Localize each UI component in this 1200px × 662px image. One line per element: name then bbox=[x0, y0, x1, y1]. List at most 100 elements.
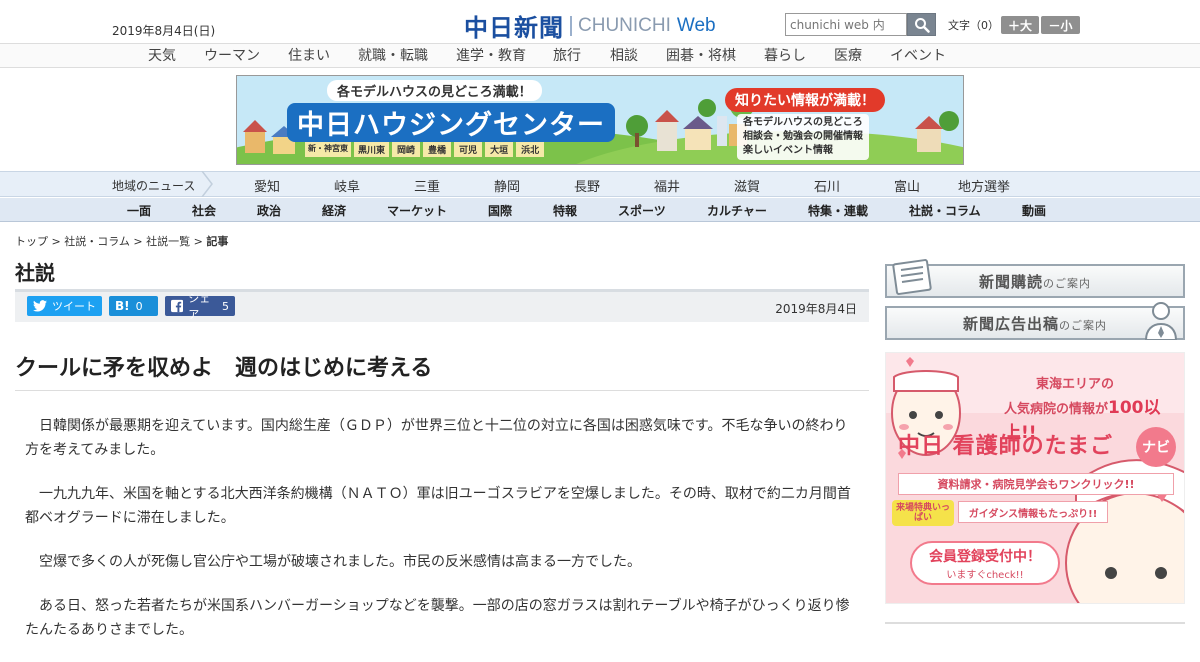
subscription-label: 新聞購読のご案内 bbox=[979, 271, 1091, 292]
top-nav-housing[interactable]: 住まい bbox=[288, 45, 330, 65]
top-nav-events[interactable]: イベント bbox=[890, 45, 946, 65]
region-shiga[interactable]: 滋賀 bbox=[734, 176, 760, 195]
article-date: 2019年8月4日 bbox=[775, 302, 857, 316]
nurse-banner-navi: ナビ bbox=[1136, 427, 1176, 467]
nav-economy[interactable]: 経済 bbox=[322, 202, 346, 219]
region-nagano[interactable]: 長野 bbox=[574, 176, 600, 195]
nav-special-report[interactable]: 特報 bbox=[553, 202, 577, 219]
subscription-small: のご案内 bbox=[1043, 276, 1091, 290]
breadcrumb-separator: > bbox=[51, 235, 61, 248]
region-shizuoka[interactable]: 静岡 bbox=[494, 176, 520, 195]
advertising-small: のご案内 bbox=[1059, 318, 1107, 332]
nav-culture[interactable]: カルチャー bbox=[707, 202, 767, 219]
banner-callout: 知りたい情報が満載！ bbox=[725, 88, 885, 112]
region-toyama[interactable]: 富山 bbox=[894, 176, 920, 195]
nurse-banner-line1: 東海エリアの bbox=[1036, 377, 1115, 392]
search-icon bbox=[914, 17, 930, 33]
banner-feature: 楽しいイベント情報 bbox=[743, 145, 833, 156]
breadcrumb-editorials-columns[interactable]: 社説・コラム bbox=[64, 235, 130, 248]
nurse-banner-cta-sub: いますぐcheck!! bbox=[946, 569, 1024, 581]
nav-society[interactable]: 社会 bbox=[192, 202, 216, 219]
hatena-count: 0 bbox=[135, 299, 143, 313]
nav-sports[interactable]: スポーツ bbox=[618, 202, 666, 219]
top-nav-jobs[interactable]: 就職・転職 bbox=[358, 45, 428, 65]
region-ishikawa[interactable]: 石川 bbox=[814, 176, 840, 195]
nurse-banner-band1: 資料請求・病院見学会もワンクリック!! bbox=[898, 473, 1174, 495]
breadcrumb-current: 記事 bbox=[206, 235, 229, 248]
article-paragraph: 一九九九年、米国を軸とする北大西洋条約機構（ＮＡＴＯ）軍は旧ユーゴスラビアを空爆… bbox=[25, 486, 851, 526]
nurse-banner-title: 中日 看護師のたまご bbox=[898, 434, 1113, 459]
font-bigger-button[interactable]: ＋大 bbox=[1001, 16, 1039, 34]
current-date: 2019年8月4日(日) bbox=[112, 24, 216, 38]
logo-english: CHUNICHI bbox=[578, 14, 671, 36]
region-fukui[interactable]: 福井 bbox=[654, 176, 680, 195]
location-item: 岡崎 bbox=[392, 142, 421, 157]
share-bar: ツイート B! 0 シェア 5 2019年8月4日 bbox=[15, 289, 869, 322]
search-button[interactable] bbox=[907, 13, 936, 36]
hatena-bookmark-button[interactable]: B! 0 bbox=[109, 296, 158, 316]
top-nav: 天気 ウーマン 住まい 就職・転職 進学・教育 旅行 相談 囲碁・将棋 暮らし … bbox=[0, 43, 1200, 68]
article-body: 日韓関係が最悪期を迎えています。国内総生産（ＧＤＰ）が世界三位と十二位の対立に各… bbox=[25, 414, 861, 662]
advertising-inquiry-button[interactable]: 新聞広告出稿のご案内 bbox=[885, 302, 1185, 340]
nav-international[interactable]: 国際 bbox=[488, 202, 512, 219]
nurse-banner-badge: 来場特典いっぱい bbox=[892, 500, 954, 526]
banner-headline: 各モデルハウスの見どころ満載！ bbox=[327, 80, 542, 101]
region-gifu[interactable]: 岐阜 bbox=[334, 176, 360, 195]
top-nav-living[interactable]: 暮らし bbox=[764, 45, 806, 65]
banner-title: 中日ハウジングセンター bbox=[287, 103, 615, 142]
nav-politics[interactable]: 政治 bbox=[257, 202, 281, 219]
businessperson-icon bbox=[1144, 302, 1178, 340]
section-title: 社説 bbox=[15, 261, 55, 285]
location-item: 新・神宮東 bbox=[305, 142, 351, 157]
breadcrumb-top[interactable]: トップ bbox=[15, 235, 48, 248]
search-input[interactable] bbox=[785, 13, 907, 36]
newspaper-subscription-button[interactable]: 新聞購読のご案内 bbox=[885, 259, 1185, 298]
breadcrumb-editorial-list[interactable]: 社説一覧 bbox=[146, 235, 190, 248]
region-nav-label: 地域のニュース bbox=[112, 179, 196, 193]
subscription-main: 新聞購読 bbox=[978, 272, 1043, 291]
hatena-bookmark-icon: B! bbox=[115, 299, 130, 313]
nav-editorials-columns[interactable]: 社説・コラム bbox=[909, 202, 981, 219]
top-nav-consult[interactable]: 相談 bbox=[610, 45, 638, 65]
nurse-banner-band2: ガイダンス情報もたっぷり!! bbox=[958, 501, 1108, 523]
region-local-elections[interactable]: 地方選挙 bbox=[958, 176, 1010, 195]
logo-divider bbox=[570, 15, 572, 36]
main-nav: 一面 社会 政治 経済 マーケット 国際 特報 スポーツ カルチャー 特集・連載… bbox=[0, 198, 1200, 222]
nav-video[interactable]: 動画 bbox=[1022, 202, 1046, 219]
top-nav-igo-shogi[interactable]: 囲碁・将棋 bbox=[666, 45, 736, 65]
logo-web: Web bbox=[676, 14, 716, 36]
font-smaller-button[interactable]: －小 bbox=[1041, 16, 1080, 34]
nav-front-page[interactable]: 一面 bbox=[127, 202, 151, 219]
headline-divider bbox=[15, 390, 869, 391]
nurse-banner-cta[interactable]: 会員登録受付中！ いますぐcheck!! bbox=[910, 541, 1060, 585]
tweet-button[interactable]: ツイート bbox=[27, 296, 102, 316]
nurse-navi-banner[interactable]: 東海エリアの 人気病院の情報が100以上!! 中日 看護師のたまご ナビ 資料請… bbox=[885, 352, 1185, 604]
top-nav-weather[interactable]: 天気 bbox=[148, 45, 176, 65]
region-mie[interactable]: 三重 bbox=[414, 176, 440, 195]
facebook-icon bbox=[171, 299, 184, 313]
top-nav-woman[interactable]: ウーマン bbox=[204, 45, 260, 65]
chevron-right-icon bbox=[201, 171, 213, 197]
nurse-banner-cta-label: 会員登録受付中！ bbox=[929, 548, 1041, 565]
site-logo[interactable]: 中日新聞 CHUNICHI Web bbox=[464, 8, 716, 43]
nav-market[interactable]: マーケット bbox=[387, 202, 447, 219]
facebook-share-button[interactable]: シェア 5 bbox=[165, 292, 235, 321]
banner-feature: 各モデルハウスの見どころ bbox=[743, 117, 863, 128]
article-paragraph: 日韓関係が最悪期を迎えています。国内総生産（ＧＤＰ）が世界三位と十二位の対立に各… bbox=[25, 418, 848, 458]
region-aichi[interactable]: 愛知 bbox=[254, 176, 280, 195]
nav-features[interactable]: 特集・連載 bbox=[808, 202, 868, 219]
article-headline: クールに矛を収めよ 週のはじめに考える bbox=[15, 356, 433, 381]
location-item: 可児 bbox=[454, 142, 483, 157]
tweet-label: ツイート bbox=[52, 300, 96, 313]
location-item: 大垣 bbox=[485, 142, 514, 157]
sidebar-divider bbox=[885, 622, 1185, 624]
banner-feature: 相談会・勉強会の開催情報 bbox=[743, 131, 863, 142]
article-paragraph: 空爆で多くの人が死傷し官公庁や工場が破壊されました。市民の反米感情は高まる一方で… bbox=[25, 554, 641, 570]
banner-locations: 新・神宮東 黒川東 岡崎 豊橋 可児 大垣 浜北 bbox=[305, 142, 545, 157]
location-item: 浜北 bbox=[516, 142, 545, 157]
font-size-label: 文字（0） bbox=[948, 19, 999, 32]
top-nav-medical[interactable]: 医療 bbox=[834, 45, 862, 65]
housing-center-banner[interactable]: 各モデルハウスの見どころ満載！ 中日ハウジングセンター 新・神宮東 黒川東 岡崎… bbox=[236, 75, 964, 165]
top-nav-travel[interactable]: 旅行 bbox=[553, 45, 581, 65]
top-nav-education[interactable]: 進学・教育 bbox=[456, 45, 526, 65]
